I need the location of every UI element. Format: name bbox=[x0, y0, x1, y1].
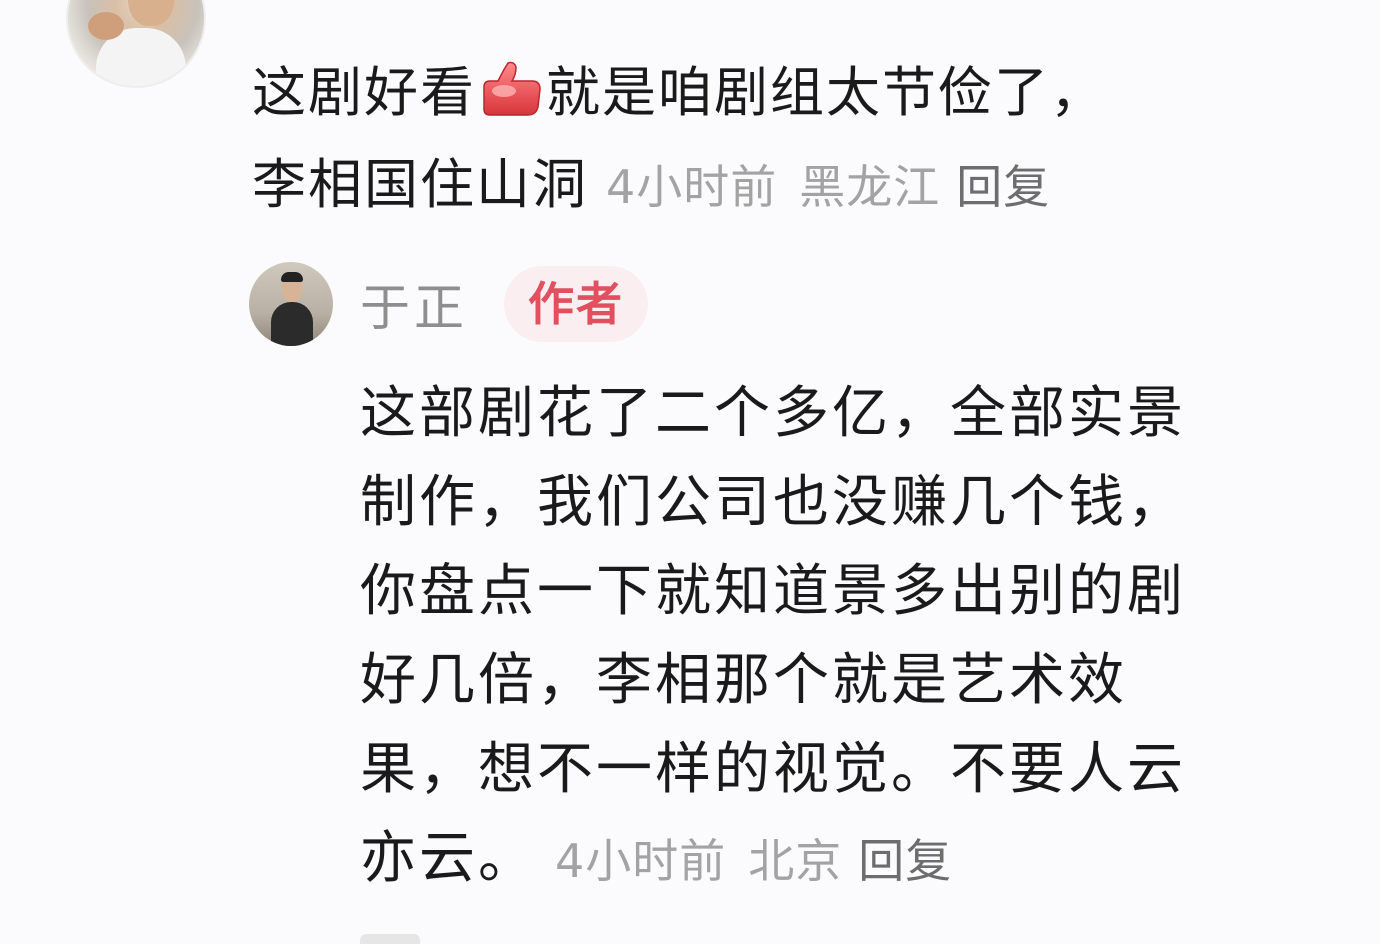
reply-location: 北京 bbox=[748, 834, 843, 888]
reply-line-3: 你盘点一下就知道景多出别的剧 bbox=[360, 559, 1186, 624]
reply-button[interactable]: 回复 bbox=[956, 160, 1050, 214]
reply-time: 4小时前 bbox=[555, 834, 727, 888]
next-comment-peek bbox=[360, 934, 420, 944]
author-badge: 作者 bbox=[504, 266, 648, 342]
comment-line-1: 这剧好看 就是咱剧组太节俭了， bbox=[252, 48, 1106, 127]
comment-location: 黑龙江 bbox=[799, 160, 941, 214]
reply-text-part: 亦云。 bbox=[360, 826, 537, 891]
comment-time: 4小时前 bbox=[606, 160, 778, 214]
comment-text-part: 李相国住山洞 bbox=[252, 153, 588, 216]
comment-thread: 这剧好看 就是咱剧组太节俭了， 李相国住山洞 4小时前 黑龙江 回复 于正 作者 这部… bbox=[0, 0, 1380, 944]
reply-line-5: 果，想不一样的视觉。不要人云 bbox=[360, 737, 1186, 802]
reply-line-1: 这部剧花了二个多亿，全部实景 bbox=[360, 381, 1186, 446]
avatar-body bbox=[271, 302, 313, 346]
author-name[interactable]: 于正 bbox=[360, 268, 468, 340]
author-avatar[interactable] bbox=[249, 262, 333, 346]
avatar-face bbox=[128, 0, 174, 26]
comment-line-2: 李相国住山洞 4小时前 黑龙江 回复 bbox=[252, 140, 1050, 219]
thumbs-up-icon bbox=[483, 61, 541, 116]
reply-line-4: 好几倍，李相那个就是艺术效 bbox=[360, 648, 1127, 713]
comment-text-part: 就是咱剧组太节俭了， bbox=[546, 61, 1106, 124]
comment-text-part: 这剧好看 bbox=[252, 61, 476, 124]
reply-line-2: 制作，我们公司也没赚几个钱， bbox=[360, 470, 1186, 535]
reply-button[interactable]: 回复 bbox=[858, 834, 952, 888]
avatar-hand bbox=[88, 12, 124, 40]
reply-line-6: 亦云。 4小时前 北京 回复 bbox=[360, 813, 952, 894]
commenter-avatar[interactable] bbox=[66, 0, 206, 88]
avatar-hair bbox=[281, 272, 303, 282]
